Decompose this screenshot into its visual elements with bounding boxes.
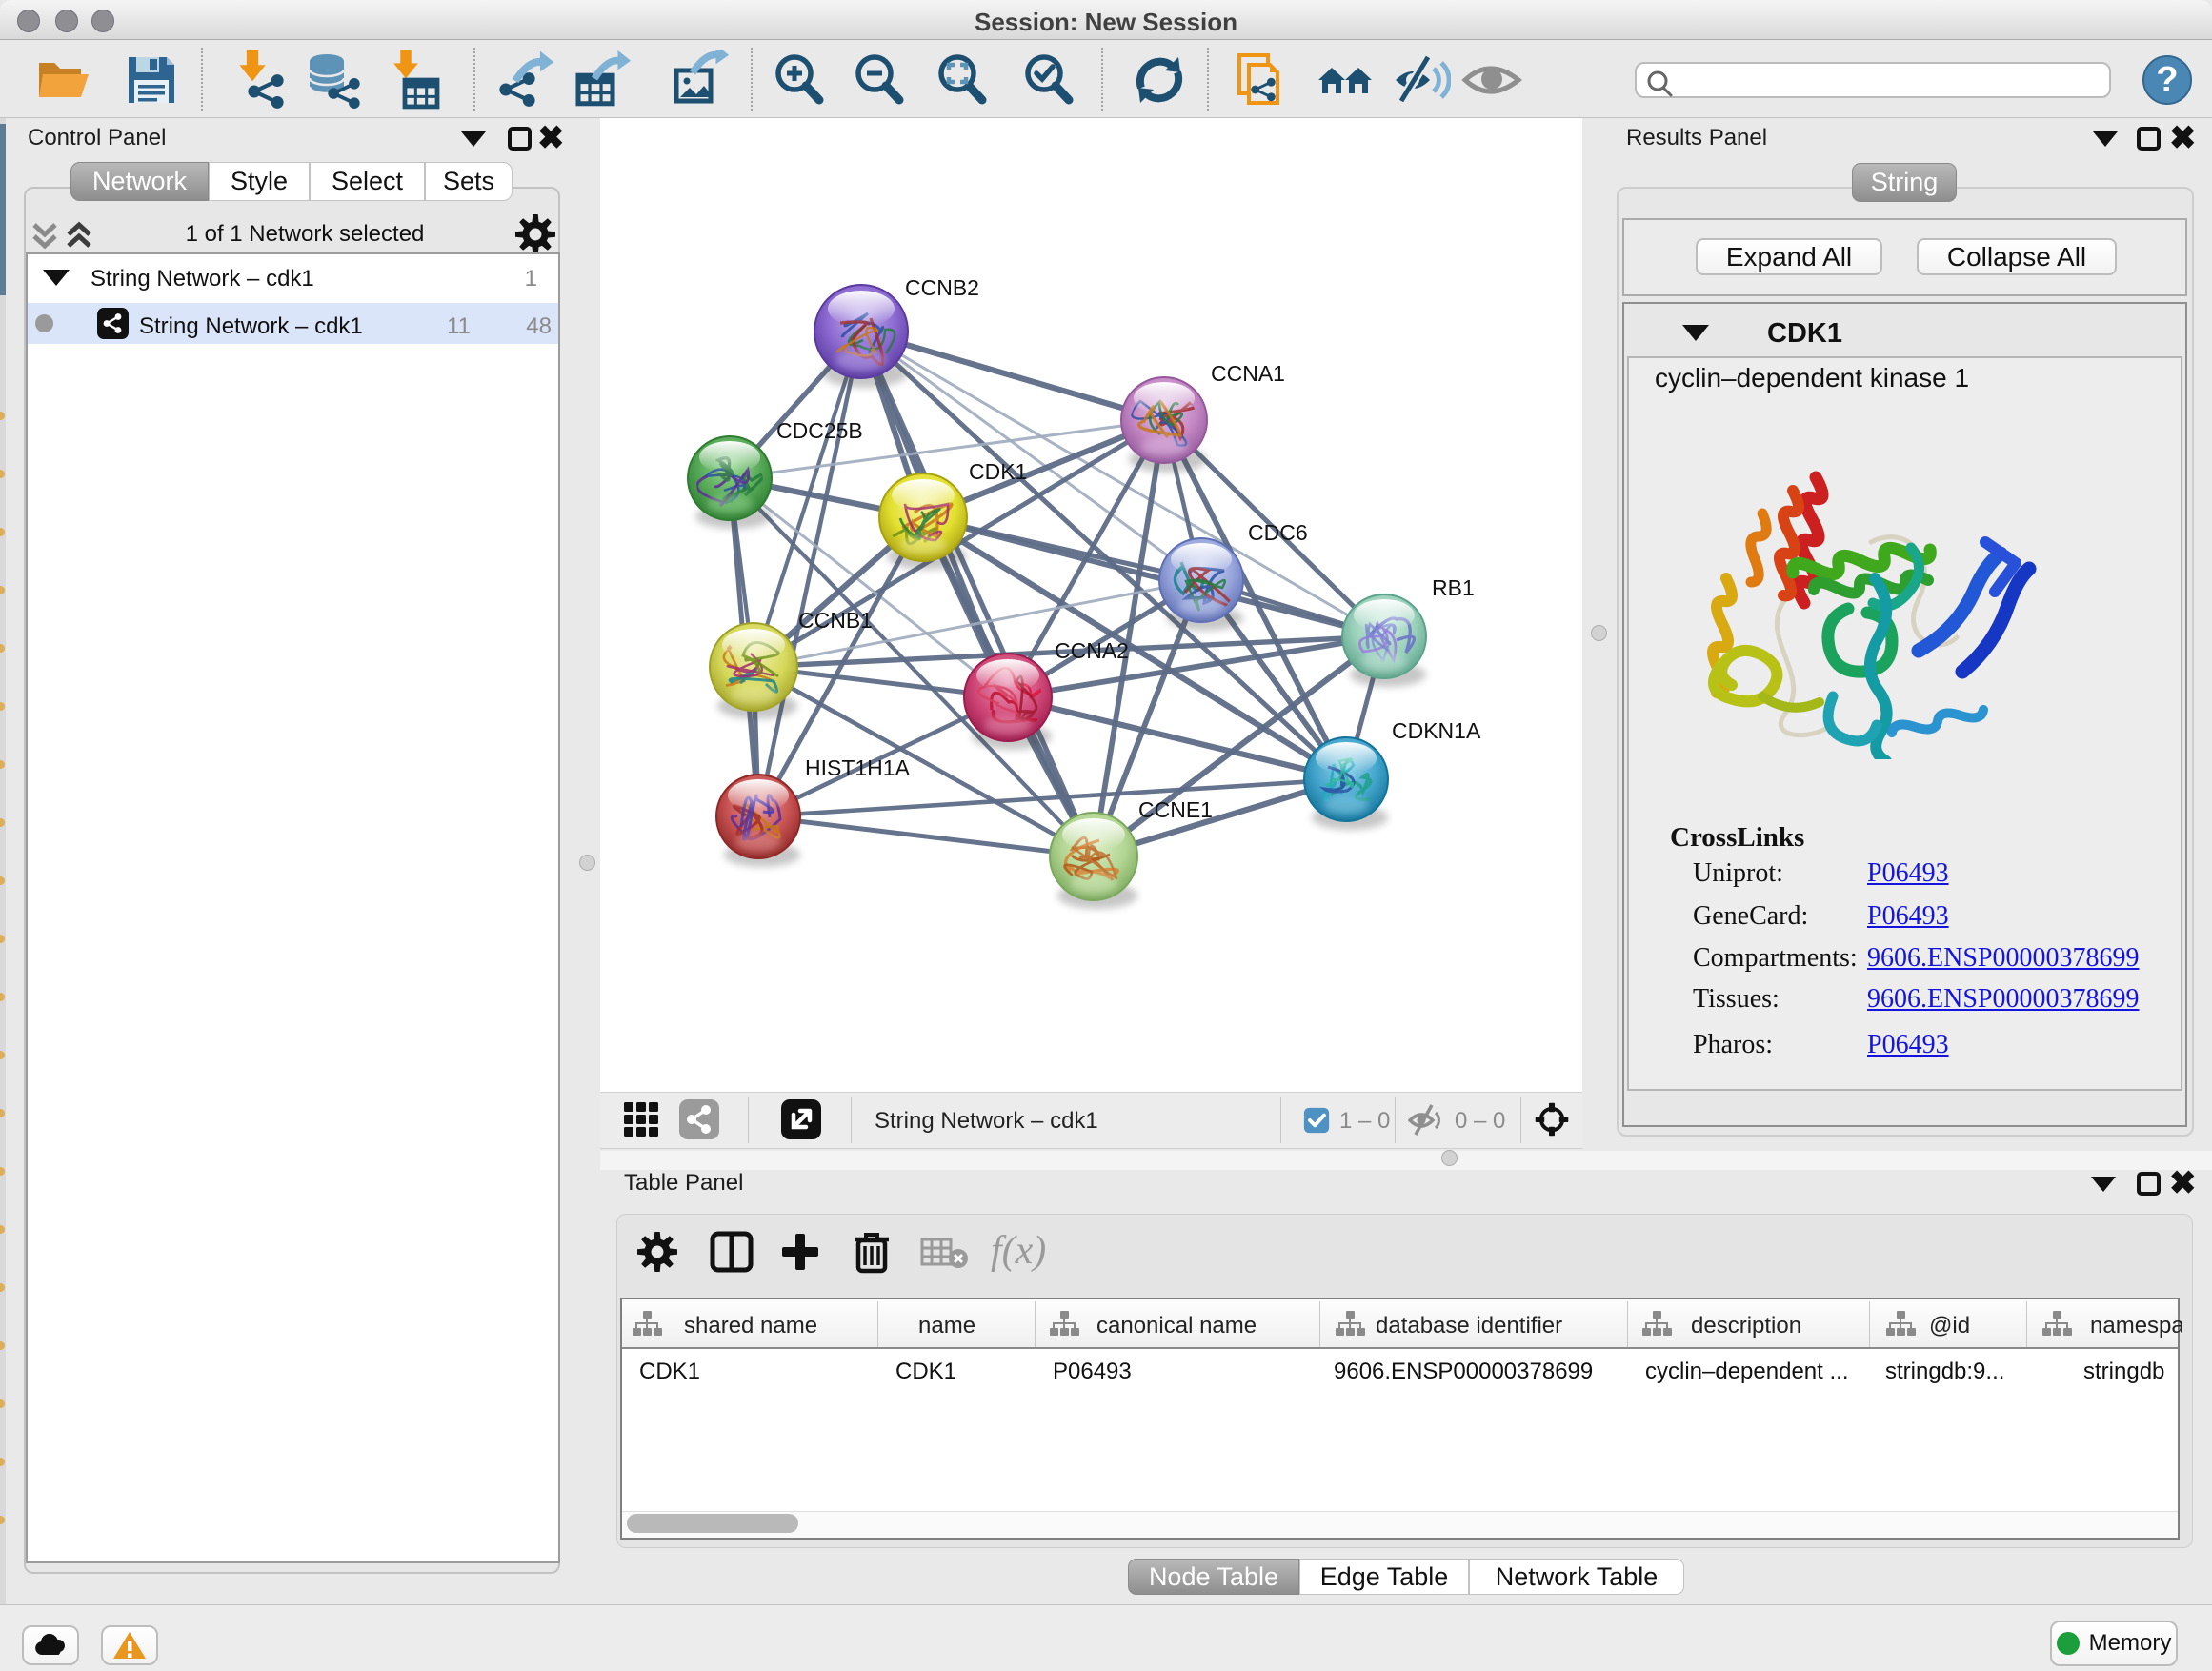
svg-text:CDKN1A: CDKN1A [1392, 718, 1481, 743]
svg-text:CDC6: CDC6 [1248, 520, 1308, 545]
svg-text:RB1: RB1 [1432, 575, 1475, 600]
svg-text:CCNE1: CCNE1 [1138, 797, 1213, 822]
svg-text:CCNB1: CCNB1 [798, 608, 873, 633]
svg-text:HIST1H1A: HIST1H1A [805, 755, 911, 780]
svg-text:CCNB2: CCNB2 [905, 275, 979, 300]
svg-text:CCNA1: CCNA1 [1211, 361, 1285, 386]
svg-text:CCNA2: CCNA2 [1055, 638, 1129, 663]
svg-text:CDC25B: CDC25B [776, 418, 863, 443]
svg-text:CDK1: CDK1 [969, 459, 1027, 484]
svg-text:?: ? [2156, 60, 2178, 100]
